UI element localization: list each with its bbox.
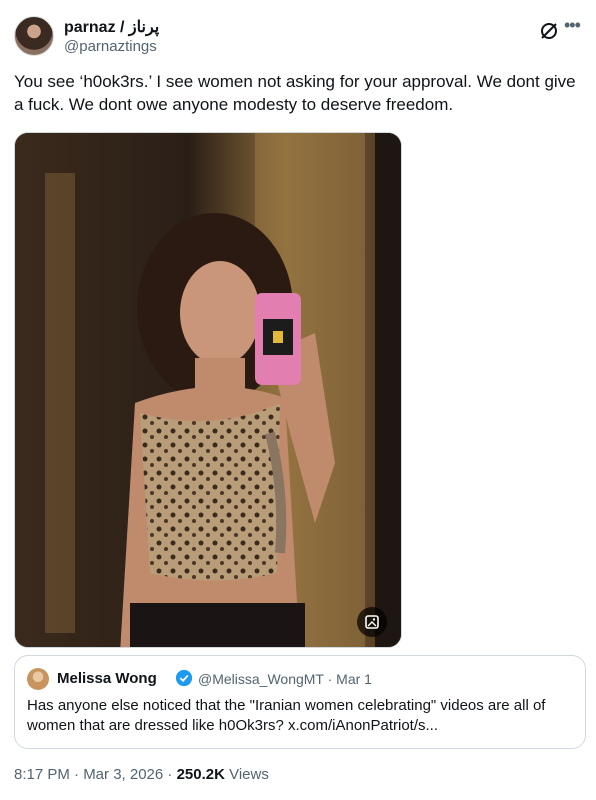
image-alt-icon[interactable] (357, 607, 387, 637)
quoted-tweet[interactable]: Melissa Wong @Melissa_WongMT · Mar 1 Has… (14, 655, 586, 749)
tweet-header: parnaz / پرناز @parnaztings ••• (14, 14, 582, 58)
more-icon[interactable]: ••• (564, 16, 584, 36)
verified-badge-icon (175, 669, 193, 687)
views-label: Views (224, 766, 269, 783)
quoted-author-avatar[interactable] (27, 668, 49, 690)
tweet-meta: 8:17 PM · Mar 3, 2026 · 250.2K Views (14, 766, 269, 783)
tweet-timestamp[interactable]: 8:17 PM · Mar 3, 2026 · (14, 766, 177, 783)
tweet-text: You see ‘h0ok3rs.’ I see women not askin… (14, 72, 576, 114)
author-avatar[interactable] (14, 16, 54, 56)
mirror-selfie-image (15, 133, 401, 647)
views-count: 250.2K (176, 766, 225, 783)
quoted-author-handle-date: @Melissa_WongMT · Mar 1 (198, 671, 372, 687)
tweet-image[interactable] (14, 132, 402, 648)
author-handle[interactable]: @parnaztings (64, 38, 157, 55)
quoted-author-name[interactable]: Melissa Wong (57, 670, 157, 687)
author-name[interactable]: parnaz / پرناز (64, 17, 159, 37)
grok-icon[interactable] (538, 20, 560, 42)
quoted-tweet-text: Has anyone else noticed that the "Irania… (27, 697, 546, 734)
